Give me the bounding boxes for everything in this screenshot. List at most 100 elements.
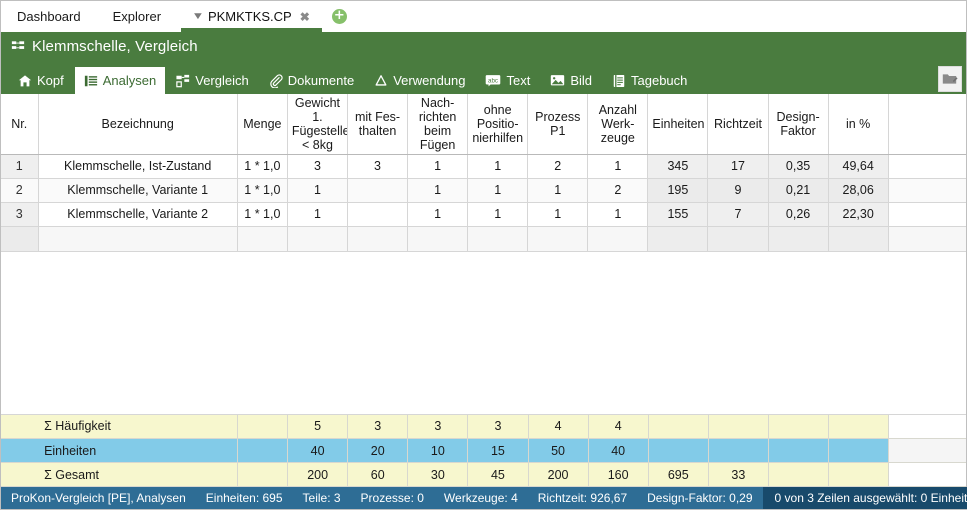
cell-bezeichnung: Klemmschelle, Variante 2 <box>38 202 238 227</box>
close-icon[interactable]: ✖ <box>300 11 310 23</box>
summary-spacer <box>888 462 966 487</box>
cell-spacer <box>888 154 966 179</box>
folder-edit-button[interactable] <box>938 66 962 92</box>
column-header-einheiten[interactable]: Einheiten <box>647 94 709 155</box>
column-header-ohne-positionierhilfen[interactable]: ohne Positio-nierhilfen <box>467 94 529 155</box>
compare-nodes-icon <box>11 40 25 54</box>
summary-design-faktor <box>768 462 830 487</box>
cell-festhalten <box>347 202 409 227</box>
cell-richtzeit <box>707 226 769 252</box>
title-row: Klemmschelle, Vergleich <box>1 32 966 61</box>
ribbon-tab-verwendung[interactable]: Verwendung <box>365 67 474 94</box>
summary-gewicht: 40 <box>287 438 349 463</box>
cell-in-prozent: 22,30 <box>828 202 889 227</box>
table-row[interactable]: 3 Klemmschelle, Variante 2 1 * 1,0 1 1 1… <box>1 202 966 227</box>
summary-prozess-p1: 200 <box>528 462 589 487</box>
ribbon-tab-bild[interactable]: Bild <box>541 67 601 94</box>
folder-edit-icon <box>942 72 958 86</box>
column-header-bezeichnung[interactable]: Bezeichnung <box>38 94 238 155</box>
column-header-design-faktor[interactable]: Design-Faktor <box>768 94 829 155</box>
document-tab-explorer[interactable]: Explorer <box>97 1 177 32</box>
summary-ohne-pos: 3 <box>467 414 529 439</box>
cell-einheiten: 345 <box>647 154 709 179</box>
ribbon-tab-analysen[interactable]: Analysen <box>74 67 166 94</box>
list-lines-icon <box>84 74 98 88</box>
summary-row-haeufigkeit[interactable]: Σ Häufigkeit 5 3 3 3 4 4 <box>1 414 966 439</box>
column-header-anzahl-werkzeuge[interactable]: Anzahl Werk-zeuge <box>587 94 649 155</box>
cell-werkzeuge: 1 <box>587 154 649 179</box>
document-tab-dashboard[interactable]: Dashboard <box>1 1 97 32</box>
summary-label: Σ Gesamt <box>38 462 238 487</box>
application-window: Dashboard Explorer ▼ PKMKTKS.CP ✖ + Klem… <box>0 0 967 510</box>
green-header: Klemmschelle, Vergleich Kopf Analysen Ve… <box>1 32 966 94</box>
cell-prozess-p1 <box>527 226 589 252</box>
status-prozesse: Prozesse: 0 <box>360 491 424 505</box>
cell-werkzeuge: 1 <box>587 202 649 227</box>
summary-werkzeuge: 160 <box>588 462 649 487</box>
summary-gewicht: 5 <box>287 414 349 439</box>
table-row[interactable]: 2 Klemmschelle, Variante 1 1 * 1,0 1 1 1… <box>1 178 966 203</box>
summary-gewicht: 200 <box>287 462 349 487</box>
column-header-nr[interactable]: Nr. <box>1 94 39 155</box>
summary-richtzeit: 33 <box>708 462 769 487</box>
journal-icon <box>612 74 626 88</box>
column-header-festhalten[interactable]: mit Fes-thalten <box>347 94 409 155</box>
cell-gewicht: 1 <box>287 202 348 227</box>
column-header-prozess-p1[interactable]: Prozess P1 <box>527 94 589 155</box>
summary-menge <box>237 414 289 439</box>
cell-spacer <box>888 202 966 227</box>
paperclip-icon <box>269 73 283 88</box>
cell-menge: 1 * 1,0 <box>237 202 288 227</box>
table-row-new[interactable] <box>1 226 966 252</box>
ribbon-tab-tagebuch[interactable]: Tagebuch <box>603 67 696 94</box>
table-row[interactable]: 1 Klemmschelle, Ist-Zustand 1 * 1,0 3 3 … <box>1 154 966 179</box>
grid-empty-area <box>1 251 966 415</box>
ribbon-tab-text[interactable]: abc Text <box>476 67 539 94</box>
cell-werkzeuge: 2 <box>587 178 649 203</box>
cell-einheiten: 195 <box>647 178 709 203</box>
cell-design-faktor: 0,21 <box>768 178 829 203</box>
cell-spacer <box>888 178 966 203</box>
summary-row-gesamt[interactable]: Σ Gesamt 200 60 30 45 200 160 695 33 <box>1 462 966 487</box>
column-header-nachrichten[interactable]: Nach-richten beim Fügen <box>407 94 469 155</box>
summary-in-prozent <box>828 462 890 487</box>
ribbon-tab-dokumente[interactable]: Dokumente <box>260 67 363 94</box>
document-tab-pkmktks[interactable]: ▼ PKMKTKS.CP ✖ <box>177 1 326 32</box>
column-header-in-prozent[interactable]: in % <box>828 94 889 155</box>
status-richtzeit: Richtzeit: 926,67 <box>537 491 628 505</box>
summary-row-einheiten[interactable]: Einheiten 40 20 10 15 50 40 <box>1 438 966 463</box>
document-tab-label: Explorer <box>112 9 162 24</box>
ribbon-tab-label: Vergleich <box>195 73 249 88</box>
status-einheiten: Einheiten: 695 <box>205 491 283 505</box>
table-body: 1 Klemmschelle, Ist-Zustand 1 * 1,0 3 3 … <box>1 154 966 252</box>
plus-icon: + <box>331 9 347 24</box>
analysis-table: Nr. Bezeichnung Menge Gewicht 1. Fügeste… <box>1 94 966 252</box>
cell-nachrichten: 1 <box>407 202 469 227</box>
analysis-grid: Nr. Bezeichnung Menge Gewicht 1. Fügeste… <box>1 94 966 487</box>
column-header-menge[interactable]: Menge <box>237 94 288 155</box>
status-werkzeuge: Werkzeuge: 4 <box>443 491 518 505</box>
summary-design-faktor <box>768 414 830 439</box>
column-header-richtzeit[interactable]: Richtzeit <box>707 94 769 155</box>
cell-nr: 2 <box>1 178 39 203</box>
summary-lead <box>1 438 39 463</box>
cell-ohne-pos <box>467 226 529 252</box>
status-design-faktor: Design-Faktor: 0,29 <box>647 491 753 505</box>
summary-menge <box>237 438 289 463</box>
add-tab-button[interactable]: + <box>326 1 353 32</box>
column-header-gewicht[interactable]: Gewicht 1. Fügestelle < 8kg <box>287 94 348 155</box>
cell-bezeichnung <box>38 226 238 252</box>
cell-menge: 1 * 1,0 <box>237 178 288 203</box>
summary-richtzeit <box>708 414 769 439</box>
summary-table: Σ Häufigkeit 5 3 3 3 4 4 Einheiten 40 20… <box>1 414 966 487</box>
cell-ohne-pos: 1 <box>467 154 529 179</box>
ribbon-tab-kopf[interactable]: Kopf <box>9 67 73 94</box>
summary-werkzeuge: 4 <box>588 414 649 439</box>
cell-in-prozent: 49,64 <box>828 154 889 179</box>
svg-text:abc: abc <box>488 77 498 84</box>
chevron-down-icon[interactable]: ▼ <box>192 11 205 22</box>
summary-menge <box>237 462 289 487</box>
ribbon-tab-vergleich[interactable]: Vergleich <box>167 67 257 94</box>
cell-in-prozent <box>828 226 889 252</box>
abc-text-icon: abc <box>485 74 501 87</box>
